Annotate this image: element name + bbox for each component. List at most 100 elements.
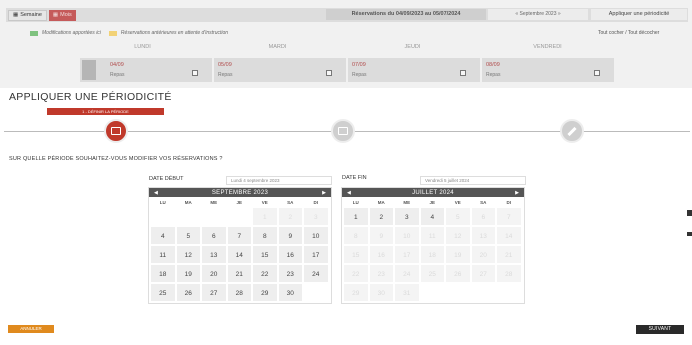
cancel-button[interactable]: ANNULER	[8, 325, 54, 333]
apply-periodicity-button[interactable]: Appliquer une périodicité	[591, 9, 687, 20]
calendar-day[interactable]: 4	[150, 226, 176, 245]
calendar-day[interactable]: 11	[419, 226, 445, 245]
calendar-day[interactable]: 24	[394, 264, 420, 283]
step-1-calendar-icon	[104, 119, 128, 143]
weekday-label: LU	[352, 200, 359, 205]
meal-checkbox[interactable]	[594, 70, 600, 76]
day-cell: 04/09 Repas	[80, 58, 214, 82]
weekday-label: LU	[159, 200, 166, 205]
end-calendar: ◀ JUILLET 2024 ▶ LU MA ME JE VE SA DI 1 2 3 4 5 6 7 8 9…	[341, 187, 525, 304]
calendar-day[interactable]: 12	[445, 226, 471, 245]
calendar-day	[445, 283, 471, 302]
calendar-day[interactable]: 10	[394, 226, 420, 245]
calendar-day[interactable]: 27	[201, 283, 227, 302]
calendar-day[interactable]: 22	[343, 264, 369, 283]
calendar-day[interactable]: 18	[419, 245, 445, 264]
calendar-day[interactable]: 15	[252, 245, 278, 264]
weekday-label: MA	[377, 200, 385, 205]
legend-swatch-modified	[30, 30, 38, 36]
calendar-day[interactable]: 28	[496, 264, 522, 283]
calendar-day[interactable]: 17	[303, 245, 329, 264]
next-button[interactable]: SUIVANT	[636, 325, 684, 334]
calendar-day[interactable]: 4	[419, 207, 445, 226]
calendar-icon: ▦	[52, 12, 59, 18]
calendar-day[interactable]: 21	[496, 245, 522, 264]
calendar-day[interactable]: 5	[175, 226, 201, 245]
next-month-icon[interactable]: ▶	[515, 190, 519, 196]
legend-swatch-pending	[108, 30, 117, 36]
calendar-day[interactable]: 7	[226, 226, 252, 245]
calendar-day[interactable]: 17	[394, 245, 420, 264]
end-date-input[interactable]: Vendredi 5 juillet 2024	[420, 176, 526, 185]
calendar-day[interactable]: 10	[303, 226, 329, 245]
calendar-day[interactable]: 26	[175, 283, 201, 302]
calendar-day[interactable]: 6	[470, 207, 496, 226]
legend: Modifications apportées ici Réservations…	[30, 30, 228, 36]
calendar-day[interactable]: 13	[470, 226, 496, 245]
weekday-label: JE	[236, 200, 242, 205]
calendar-day[interactable]: 9	[277, 226, 303, 245]
calendar-day[interactable]: 20	[201, 264, 227, 283]
calendar-day[interactable]: 30	[277, 283, 303, 302]
calendar-day[interactable]: 31	[394, 283, 420, 302]
scrollbar-marker[interactable]	[687, 210, 692, 216]
calendar-day[interactable]: 1	[252, 207, 278, 226]
calendar-day[interactable]: 19	[175, 264, 201, 283]
week-view-button[interactable]: ▦ Semaine	[8, 9, 47, 21]
month-view-button[interactable]: ▦ Mois	[48, 9, 76, 21]
month-navigator[interactable]: « Septembre 2023 »	[488, 9, 588, 20]
calendar-day[interactable]: 25	[419, 264, 445, 283]
calendar-day[interactable]: 27	[470, 264, 496, 283]
weekday-header: LUNDI MARDI JEUDI VENDREDI	[134, 44, 562, 50]
calendar-day[interactable]: 2	[368, 207, 394, 226]
calendar-day[interactable]: 16	[368, 245, 394, 264]
step-2-list-icon	[331, 119, 355, 143]
calendar-day[interactable]: 29	[343, 283, 369, 302]
weekday-label: ME	[210, 200, 218, 205]
top-toolbar: ▦ Semaine ▦ Mois Réservations du 04/09/2…	[6, 8, 688, 22]
calendar-day[interactable]: 28	[226, 283, 252, 302]
calendar-day[interactable]: 8	[343, 226, 369, 245]
calendar-day[interactable]: 11	[150, 245, 176, 264]
meal-checkbox[interactable]	[326, 70, 332, 76]
calendar-day[interactable]: 25	[150, 283, 176, 302]
calendar-day[interactable]: 22	[252, 264, 278, 283]
weekday-label: SA	[480, 200, 487, 205]
start-date-input[interactable]: Lundi 4 septembre 2023	[226, 176, 332, 185]
calendar-day[interactable]: 18	[150, 264, 176, 283]
weekday-label: VE	[454, 200, 461, 205]
calendar-day[interactable]: 30	[368, 283, 394, 302]
calendar-day[interactable]: 2	[277, 207, 303, 226]
next-month-icon[interactable]: ▶	[322, 190, 326, 196]
calendar-day[interactable]: 24	[303, 264, 329, 283]
calendar-day[interactable]: 1	[343, 207, 369, 226]
meal-checkbox[interactable]	[460, 70, 466, 76]
calendar-day	[226, 207, 252, 226]
calendar-day[interactable]: 14	[226, 245, 252, 264]
calendar-day[interactable]: 23	[368, 264, 394, 283]
calendar-day	[470, 283, 496, 302]
calendar-day[interactable]: 3	[394, 207, 420, 226]
calendar-day[interactable]: 29	[252, 283, 278, 302]
calendar-day[interactable]: 20	[470, 245, 496, 264]
calendar-day[interactable]: 13	[201, 245, 227, 264]
calendar-day[interactable]: 21	[226, 264, 252, 283]
meal-checkbox[interactable]	[192, 70, 198, 76]
calendar-day[interactable]: 5	[445, 207, 471, 226]
calendar-day[interactable]: 12	[175, 245, 201, 264]
calendar-day[interactable]: 14	[496, 226, 522, 245]
day-cell: 08/09 Repas	[482, 58, 616, 82]
scrollbar-marker[interactable]	[687, 232, 692, 236]
calendar-day[interactable]: 9	[368, 226, 394, 245]
calendar-day[interactable]: 23	[277, 264, 303, 283]
calendar-day[interactable]: 6	[201, 226, 227, 245]
calendar-day[interactable]: 8	[252, 226, 278, 245]
calendar-day[interactable]: 26	[445, 264, 471, 283]
calendar-day[interactable]: 16	[277, 245, 303, 264]
calendar-day[interactable]: 7	[496, 207, 522, 226]
calendar-grid: LU MA ME JE VE SA DI 1 2 3 4 5 6 7 8 9 10 11 12 13 14 15 16 17 1…	[149, 197, 331, 303]
calendar-day[interactable]: 19	[445, 245, 471, 264]
calendar-day[interactable]: 15	[343, 245, 369, 264]
select-all-link[interactable]: Tout cocher / Tout décocher	[598, 30, 659, 36]
calendar-day[interactable]: 3	[303, 207, 329, 226]
